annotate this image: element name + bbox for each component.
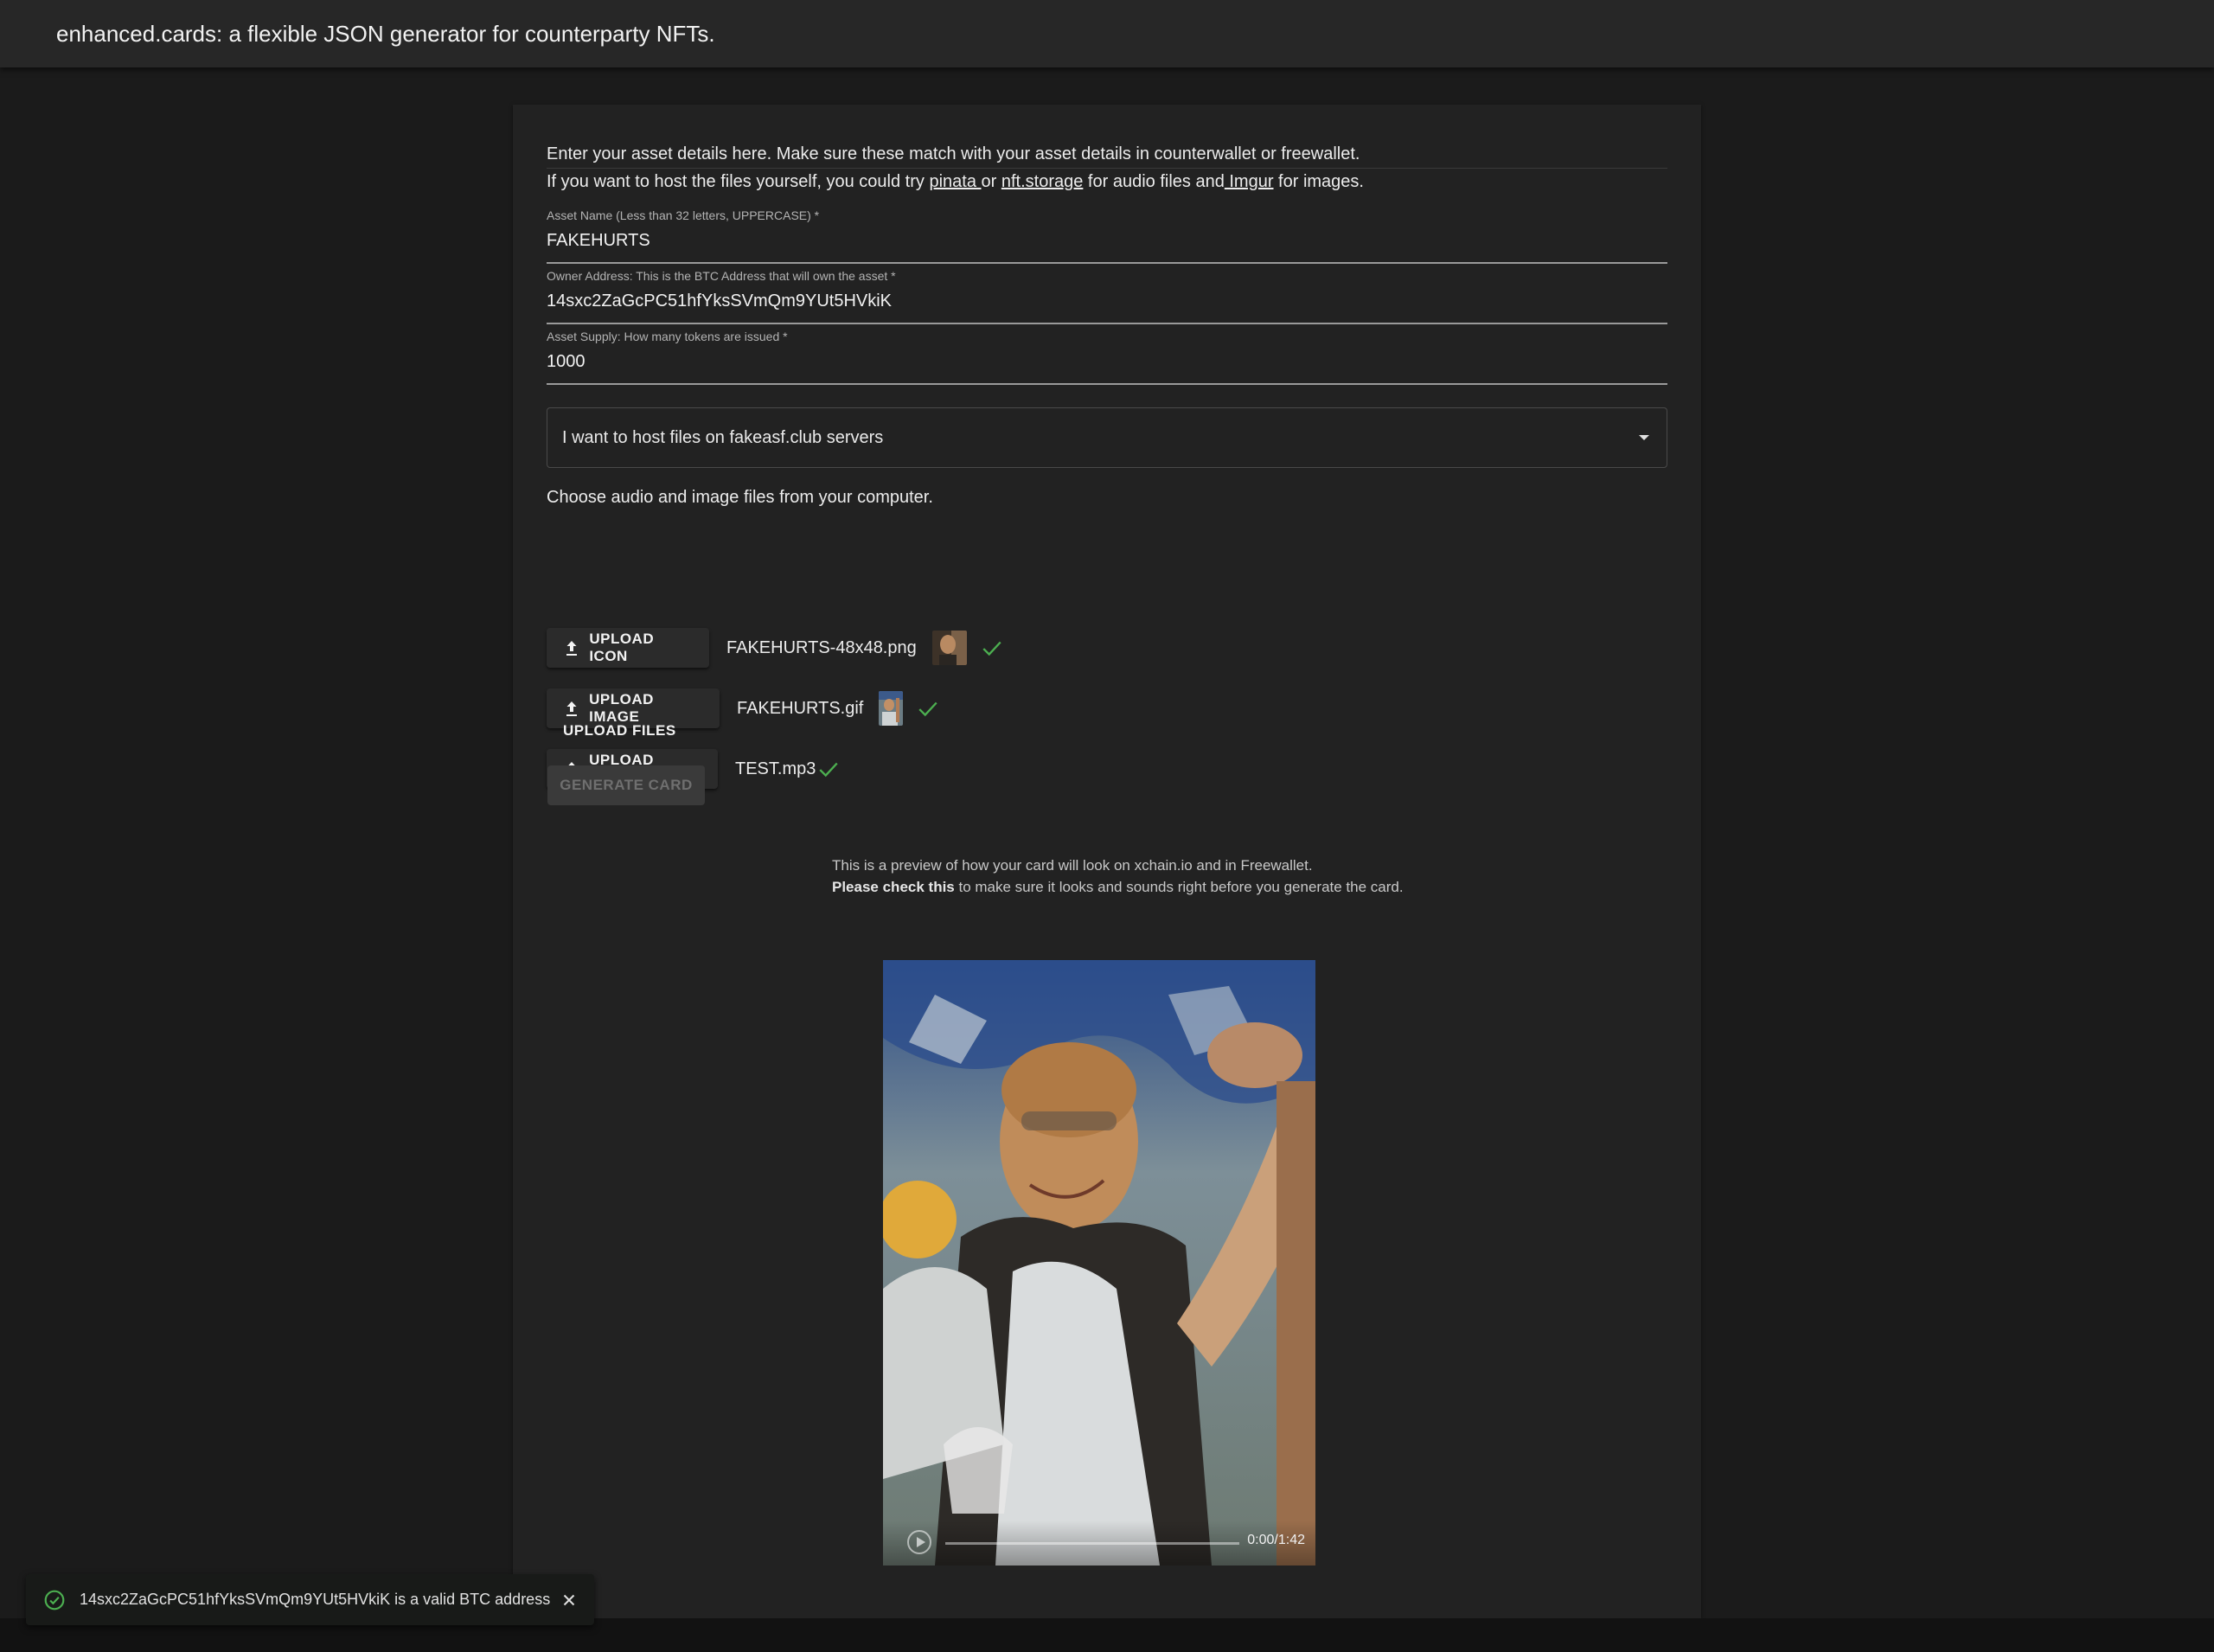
- caret-down-icon: [1639, 435, 1649, 440]
- player-time: 0:00/1:42: [1247, 1533, 1305, 1547]
- image-filename: FAKEHURTS.gif: [737, 698, 864, 718]
- nft-storage-link[interactable]: nft.storage: [1001, 172, 1084, 191]
- card-preview-image: [883, 960, 1315, 1566]
- generate-card-button[interactable]: GENERATE CARD: [547, 765, 705, 805]
- intro-line-1: Enter your asset details here. Make sure…: [547, 141, 1667, 169]
- snackbar: 14sxc2ZaGcPC51hfYksSVmQm9YUt5HVkiK is a …: [26, 1574, 594, 1625]
- snackbar-message: 14sxc2ZaGcPC51hfYksSVmQm9YUt5HVkiK is a …: [80, 1591, 551, 1608]
- audio-filename: TEST.mp3: [735, 759, 816, 778]
- check-icon: [982, 641, 1001, 656]
- check-icon: [918, 701, 937, 717]
- owner-address-label: Owner Address: This is the BTC Address t…: [547, 269, 896, 283]
- intro-text: Enter your asset details here. Make sure…: [547, 141, 1667, 195]
- intro-line-2: If you want to host the files yourself, …: [547, 172, 1364, 191]
- asset-supply-input[interactable]: 1000: [547, 352, 585, 372]
- upload-icon-row: UPLOAD ICON FAKEHURTS-48x48.png: [547, 628, 1003, 668]
- close-icon[interactable]: [560, 1591, 579, 1610]
- upload-icon-button[interactable]: UPLOAD ICON: [547, 628, 709, 668]
- play-icon[interactable]: [907, 1530, 931, 1554]
- preview-line-2: Please check this to make sure it looks …: [832, 879, 1404, 895]
- upload-icon: [562, 638, 580, 657]
- choose-files-text: Choose audio and image files from your c…: [547, 488, 933, 507]
- app-title: enhanced.cards: a flexible JSON generato…: [56, 20, 715, 47]
- audio-player-controls: 0:00/1:42: [883, 1521, 1315, 1566]
- preview-line-1: This is a preview of how your card will …: [832, 857, 1313, 874]
- check-icon: [819, 762, 838, 778]
- card-preview-media[interactable]: 0:00/1:42: [883, 960, 1315, 1566]
- asset-supply-label: Asset Supply: How many tokens are issued…: [547, 330, 788, 343]
- owner-address-input[interactable]: 14sxc2ZaGcPC51hfYksSVmQm9YUt5HVkiK: [547, 291, 892, 311]
- imgur-link[interactable]: Imgur: [1225, 172, 1273, 191]
- owner-address-field[interactable]: Owner Address: This is the BTC Address t…: [547, 269, 1667, 324]
- asset-name-input[interactable]: FAKEHURTS: [547, 231, 650, 251]
- preview-note: This is a preview of how your card will …: [513, 855, 1701, 898]
- seek-bar[interactable]: [945, 1542, 1239, 1545]
- asset-supply-field[interactable]: Asset Supply: How many tokens are issued…: [547, 330, 1667, 385]
- upload-files-button[interactable]: UPLOAD FILES: [547, 711, 693, 751]
- app-bar: enhanced.cards: a flexible JSON generato…: [0, 0, 2214, 67]
- hosting-select-value: I want to host files on fakeasf.club ser…: [562, 428, 884, 447]
- pinata-link[interactable]: pinata: [929, 172, 981, 191]
- icon-filename: FAKEHURTS-48x48.png: [726, 637, 917, 657]
- asset-name-label: Asset Name (Less than 32 letters, UPPERC…: [547, 208, 820, 222]
- success-circle-icon: [44, 1590, 65, 1610]
- form-panel: Enter your asset details here. Make sure…: [513, 105, 1701, 1618]
- asset-name-field[interactable]: Asset Name (Less than 32 letters, UPPERC…: [547, 208, 1667, 264]
- icon-thumbnail: [931, 631, 967, 665]
- image-thumbnail: [879, 691, 904, 726]
- hosting-select[interactable]: I want to host files on fakeasf.club ser…: [547, 407, 1667, 468]
